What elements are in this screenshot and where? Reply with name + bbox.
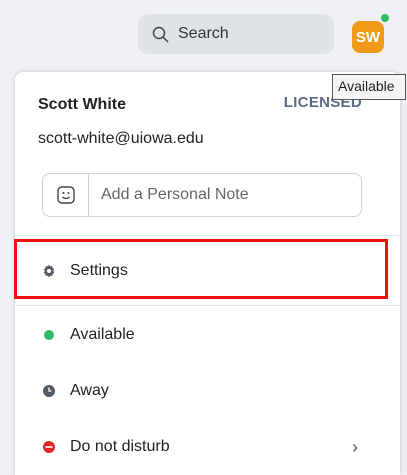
do-not-disturb-icon [42, 440, 56, 454]
menu-item-available[interactable]: Available [15, 310, 400, 360]
settings-label: Settings [70, 262, 128, 279]
status-indicator [379, 12, 391, 24]
menu-item-do-not-disturb[interactable]: Do not disturb › [15, 422, 400, 472]
available-label: Available [70, 326, 135, 343]
emoji-icon[interactable] [43, 174, 89, 216]
clock-icon [42, 384, 56, 398]
user-name: Scott White [38, 96, 126, 113]
chevron-right-icon: › [352, 436, 358, 457]
top-bar: Search SW [0, 0, 407, 72]
personal-note-field[interactable] [42, 173, 362, 217]
personal-note-input[interactable] [89, 186, 349, 204]
dnd-label: Do not disturb [70, 438, 170, 455]
available-status-icon [42, 328, 56, 342]
avatar[interactable]: SW [352, 21, 384, 53]
menu-item-away[interactable]: Away [15, 366, 400, 416]
divider [15, 305, 400, 306]
divider [15, 235, 400, 236]
avatar-initials: SW [355, 28, 381, 46]
menu-item-settings[interactable]: Settings [15, 246, 400, 296]
search-button[interactable]: Search [138, 14, 334, 54]
search-icon [150, 24, 170, 44]
status-tooltip: Available [332, 74, 406, 100]
away-label: Away [70, 382, 109, 399]
profile-dropdown: Scott White LICENSED scott-white@uiowa.e… [14, 72, 400, 475]
search-label: Search [178, 25, 229, 42]
gear-icon [42, 264, 56, 278]
zoom-profile-screen: Search SW Scott White LICENSED scott-whi… [0, 0, 407, 475]
user-email: scott-white@uiowa.edu [38, 130, 204, 147]
